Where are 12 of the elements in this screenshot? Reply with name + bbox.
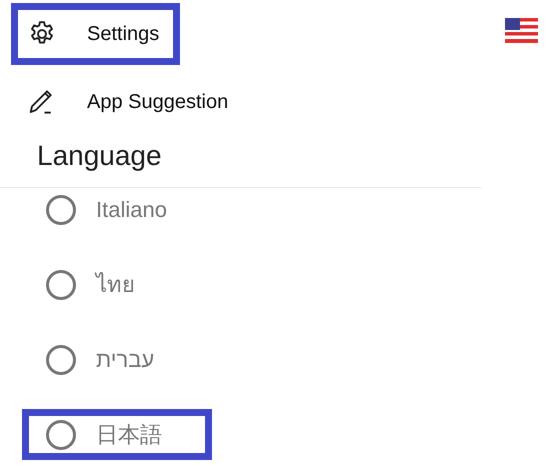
radio-button[interactable] — [46, 420, 76, 450]
menu-item-label[interactable]: Settings — [87, 22, 160, 46]
flag-icon[interactable] — [505, 18, 538, 43]
language-option-label[interactable]: עברית — [96, 346, 154, 372]
section-heading: Language — [37, 139, 163, 173]
language-option-label[interactable]: Italiano — [96, 196, 167, 222]
radio-button[interactable] — [46, 194, 76, 224]
radio-button[interactable] — [46, 270, 76, 300]
language-option-label[interactable]: 日本語 — [96, 420, 162, 450]
menu-item-label[interactable]: App Suggestion — [87, 90, 228, 114]
radio-button[interactable] — [46, 344, 76, 374]
language-option-label[interactable]: ไทย — [96, 267, 135, 302]
